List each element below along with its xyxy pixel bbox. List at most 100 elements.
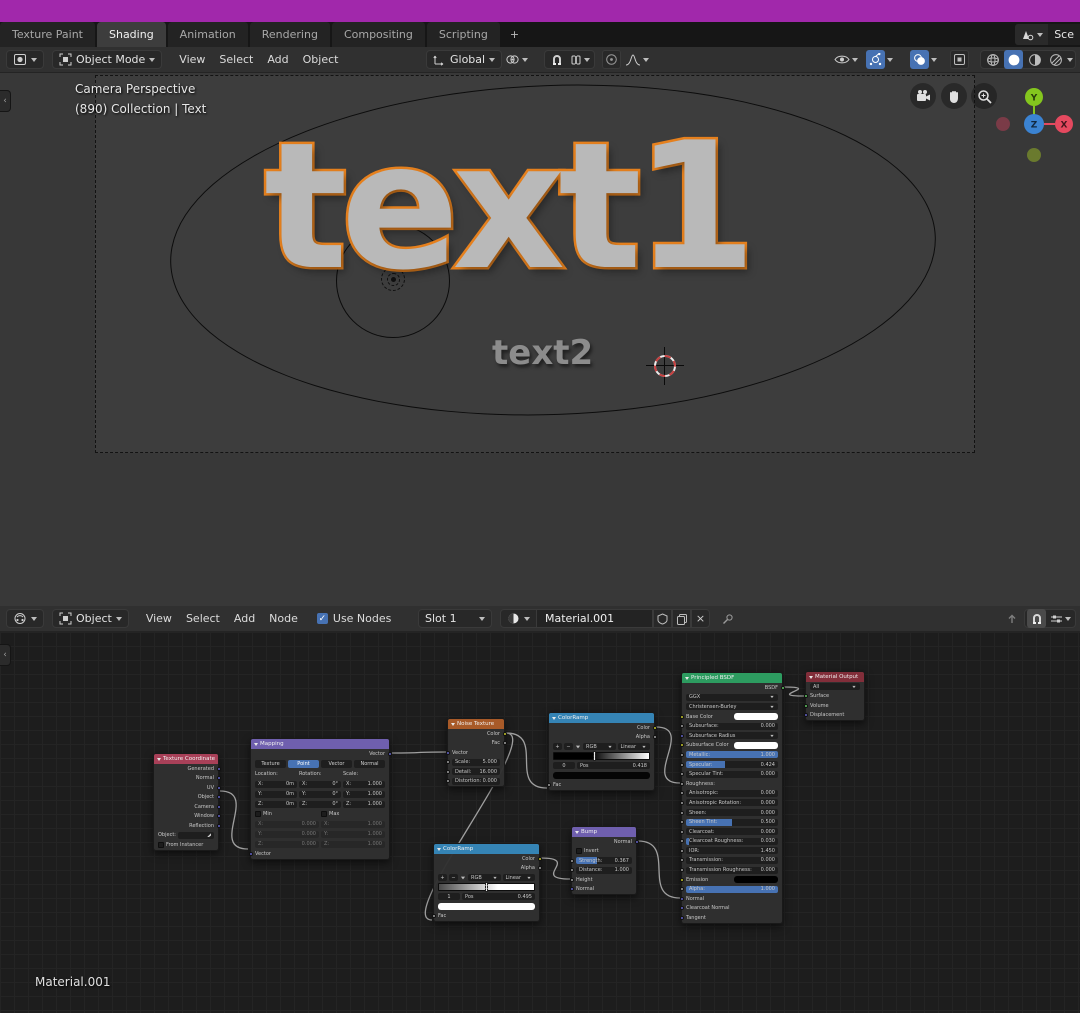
node-socket[interactable] [217,795,221,799]
node-socket[interactable] [680,724,684,728]
node-header[interactable]: ColorRamp [549,713,654,723]
minmax-check[interactable]: Min [255,811,319,817]
node-principled-bsdf[interactable]: Principled BSDFBSDFGGXChristensen-Burley… [681,672,783,924]
gizmo-toggle[interactable] [866,50,885,69]
menu-select[interactable]: Select [212,50,260,69]
proportional-edit-toggle[interactable] [602,50,621,69]
node-menu-select[interactable]: Select [179,609,227,628]
text2-object[interactable]: text2 [492,336,593,370]
node-socket[interactable] [680,868,684,872]
node-socket[interactable] [653,726,657,730]
node-socket[interactable] [680,801,684,805]
stop-index-field[interactable]: 1 [438,893,460,900]
node-colorramp-2[interactable]: ColorRampColorAlpha+−RGBLinear1Pos0.495F… [433,843,540,922]
ramp-tools-dropdown[interactable] [576,745,580,748]
stop-position-field[interactable]: Pos0.495 [462,893,535,900]
menu-view[interactable]: View [172,50,212,69]
tab-shading[interactable]: Shading [97,22,167,47]
collapse-icon[interactable] [157,758,161,761]
transform-orientation-dropdown[interactable]: Global [426,50,502,69]
node-field[interactable]: Z:0.000 [255,841,319,848]
shader-type-dropdown[interactable]: Object [52,609,129,628]
node-field[interactable]: Y:0° [299,791,341,798]
node-sidebar-toggle[interactable]: ‹ [0,644,11,666]
node-socket[interactable] [680,878,684,882]
new-material-button[interactable] [672,609,691,628]
checkbox-icon[interactable] [576,848,582,854]
color-swatch[interactable] [734,742,778,749]
fake-user-button[interactable] [653,609,672,628]
node-field[interactable]: X:0m [255,781,297,788]
node-socket[interactable] [680,743,684,747]
node-field[interactable]: Sheen Tint:0.500 [686,819,778,826]
unlink-button[interactable]: × [691,609,710,628]
node-field[interactable]: Anisotropic:0.000 [686,790,778,797]
ramp-stop-marker[interactable] [594,752,595,760]
node-socket[interactable] [217,767,221,771]
material-name-field[interactable]: Material.001 [537,609,653,628]
node-socket[interactable] [653,735,657,739]
color-swatch[interactable] [734,876,778,883]
segment-button-Normal[interactable]: Normal [354,760,385,768]
checkbox-icon[interactable] [255,811,261,817]
minmax-check[interactable]: Max [321,811,385,817]
node-socket[interactable] [635,840,639,844]
pivot-point-dropdown[interactable] [503,50,530,69]
node-field[interactable]: Scale:5.000 [452,759,500,766]
node-field[interactable]: Transmission:0.000 [686,857,778,864]
node-socket[interactable] [446,751,450,755]
node-field[interactable]: IOR:1.450 [686,847,778,854]
node-socket[interactable] [570,878,574,882]
node-socket[interactable] [680,858,684,862]
shading-wireframe-button[interactable] [983,50,1002,69]
collapse-icon[interactable] [809,676,813,679]
node-material-output[interactable]: Material OutputAllSurfaceVolumeDisplacem… [805,671,865,721]
interpolation-dropdown[interactable]: Linear [503,874,536,881]
node-noise-texture[interactable]: Noise TextureColorFacVectorScale:5.000De… [447,718,505,787]
node-editor-type-dropdown[interactable] [6,609,44,628]
scene-name-field[interactable]: Sce [1048,24,1080,45]
3d-viewport[interactable]: text1 text2 Camera Perspective (890) Col… [0,73,1080,606]
pan-view-button[interactable] [941,83,967,109]
node-socket[interactable] [680,849,684,853]
node-field[interactable]: Subsurface Radius [686,732,778,739]
falloff-dropdown[interactable] [623,50,651,69]
node-socket[interactable] [570,887,574,891]
node-header[interactable]: Noise Texture [448,719,504,729]
node-socket[interactable] [538,866,542,870]
node-socket[interactable] [217,824,221,828]
node-colorramp-1[interactable]: ColorRampColorAlpha+−RGBLinear0Pos0.418F… [548,712,655,791]
object-picker-field[interactable] [178,832,214,839]
node-socket[interactable] [446,779,450,783]
node-menu-view[interactable]: View [139,609,179,628]
node-socket[interactable] [538,857,542,861]
color-mode-dropdown[interactable]: RGB [583,743,616,750]
parent-node-tree-button[interactable] [1002,609,1021,628]
node-socket[interactable] [680,772,684,776]
node-field[interactable]: Y:1.000 [343,791,385,798]
node-socket[interactable] [217,805,221,809]
node-socket[interactable] [680,839,684,843]
gizmo-neg-z-ball[interactable] [1027,148,1041,162]
node-field[interactable]: Distance:1.000 [576,867,632,874]
node-socket[interactable] [217,776,221,780]
stop-index-field[interactable]: 0 [553,762,575,769]
node-socket[interactable] [570,859,574,863]
tab-rendering[interactable]: Rendering [250,22,331,47]
navigation-gizmo[interactable]: Y Z X [995,80,1080,166]
shading-rendered-button[interactable] [1046,50,1065,69]
node-field[interactable]: Metallic:1.000 [686,751,778,758]
pin-button[interactable] [718,609,737,628]
node-field[interactable]: Sheen:0.000 [686,809,778,816]
node-socket[interactable] [388,752,392,756]
node-field[interactable]: Transmission Roughness:0.000 [686,867,778,874]
node-socket[interactable] [680,820,684,824]
visibility-dropdown[interactable] [832,50,860,69]
node-socket[interactable] [446,760,450,764]
node-socket[interactable] [680,715,684,719]
snap-with-dropdown[interactable] [568,50,592,69]
node-field[interactable]: Clearcoat Roughness:0.030 [686,838,778,845]
remove-stop-button[interactable]: − [449,874,458,881]
stop-color-swatch[interactable] [553,772,650,779]
tab-animation[interactable]: Animation [168,22,249,47]
